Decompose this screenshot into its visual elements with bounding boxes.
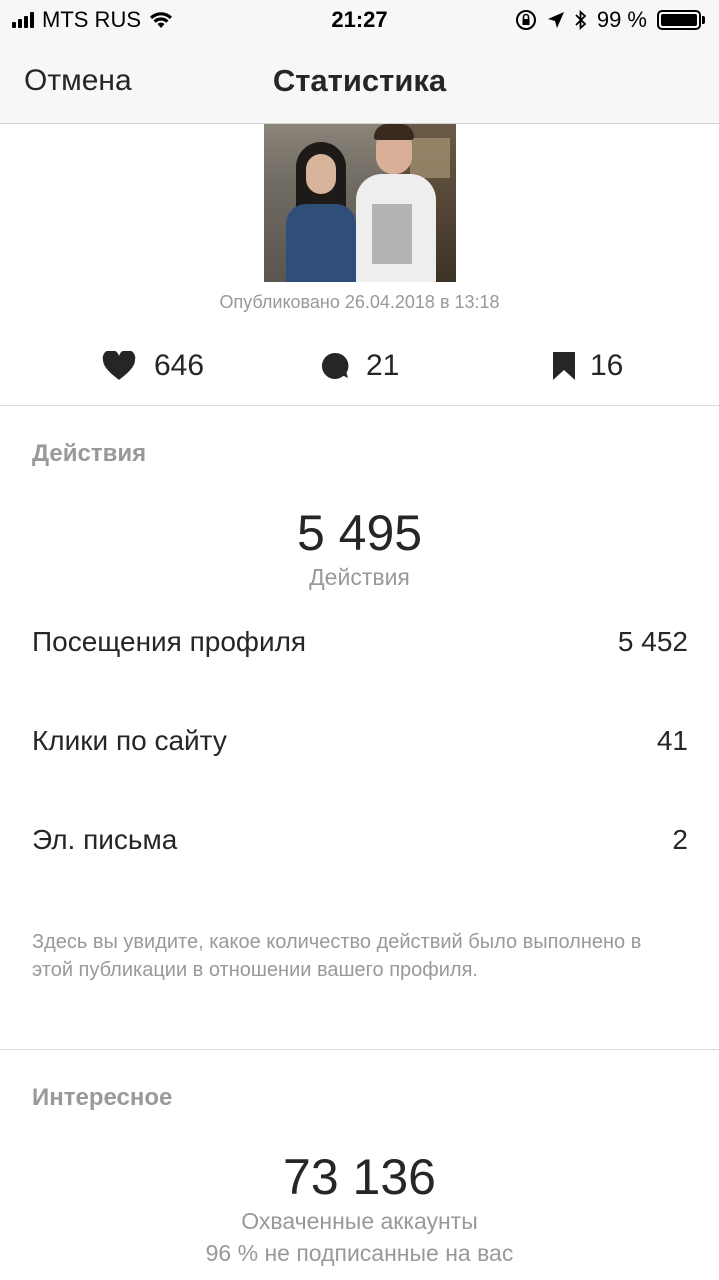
row-value: 41 bbox=[656, 725, 688, 756]
comment-icon bbox=[321, 352, 349, 379]
battery-icon bbox=[657, 10, 705, 30]
actions-total-caption: Действия bbox=[309, 564, 410, 590]
status-bar: MTS RUS 21:27 99 % bbox=[0, 0, 719, 40]
battery-percent: 99 % bbox=[596, 7, 647, 32]
profile-visits-row: Посещения профиля 5 452 bbox=[32, 626, 688, 658]
wifi-icon bbox=[150, 12, 172, 28]
status-left: MTS RUS bbox=[12, 7, 173, 33]
row-label: Клики по сайту bbox=[32, 725, 227, 756]
row-value: 5 452 bbox=[617, 626, 688, 657]
bluetooth-icon bbox=[575, 10, 587, 30]
post-thumbnail bbox=[264, 124, 456, 282]
statistics-screen: MTS RUS 21:27 99 % Отмена Статистика Опу… bbox=[0, 0, 719, 1280]
saves-stat: 16 bbox=[552, 346, 623, 386]
row-value: 2 bbox=[672, 824, 688, 855]
emails-row: Эл. письма 2 bbox=[32, 824, 688, 856]
non-followers-caption: 96 % не подписанные на вас bbox=[205, 1240, 514, 1266]
row-label: Посещения профиля bbox=[32, 626, 307, 657]
divider bbox=[0, 405, 719, 406]
actions-note: Здесь вы увидите, какое количество дейст… bbox=[32, 931, 642, 981]
saves-count: 16 bbox=[590, 349, 624, 382]
actions-section-title: Действия bbox=[32, 440, 147, 467]
website-clicks-row: Клики по сайту 41 bbox=[32, 725, 688, 757]
comments-stat: 21 bbox=[320, 346, 399, 386]
carrier-label: MTS RUS bbox=[42, 7, 141, 32]
rotation-lock-icon bbox=[515, 10, 536, 30]
reach-total: 73 136 bbox=[283, 1149, 436, 1205]
comments-count: 21 bbox=[366, 349, 400, 382]
published-date: Опубликовано 26.04.2018 в 13:18 bbox=[219, 292, 500, 312]
actions-total: 5 495 bbox=[296, 505, 423, 561]
likes-stat: 646 bbox=[102, 346, 204, 386]
heart-icon bbox=[102, 351, 136, 380]
reach-caption: Охваченные аккаунты bbox=[241, 1208, 478, 1234]
navigation-bar: Отмена Статистика bbox=[0, 40, 719, 124]
discovery-section-title: Интересное bbox=[32, 1084, 173, 1111]
divider bbox=[0, 1049, 719, 1050]
row-label: Эл. письма bbox=[32, 824, 178, 855]
bookmark-icon bbox=[553, 352, 575, 380]
likes-count: 646 bbox=[154, 349, 205, 382]
status-right: 99 % bbox=[515, 7, 705, 33]
signal-icon bbox=[12, 12, 34, 28]
cancel-button[interactable]: Отмена bbox=[24, 64, 132, 98]
location-arrow-icon bbox=[547, 12, 564, 28]
